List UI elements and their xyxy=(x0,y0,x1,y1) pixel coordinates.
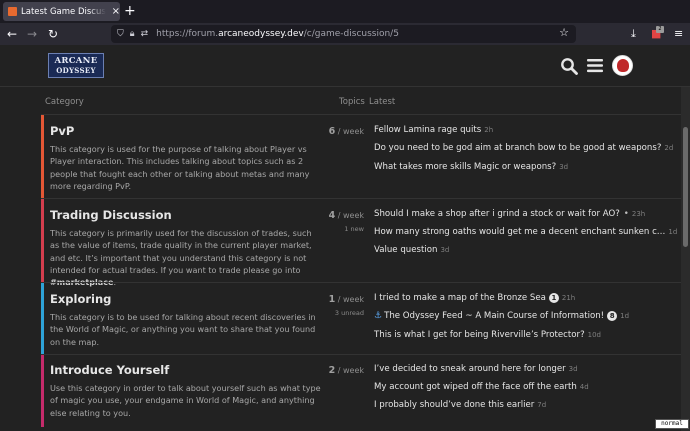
category-color-bar xyxy=(41,283,44,355)
user-avatar[interactable] xyxy=(612,55,633,76)
category-name[interactable]: Introduce Yourself xyxy=(50,363,169,377)
pinned-anchor-icon: ⚓ xyxy=(374,311,383,321)
avatar-image xyxy=(616,59,629,72)
reply-count-badge: 8 xyxy=(607,311,618,321)
app-menu-icon[interactable]: ≡ xyxy=(674,27,683,40)
latest-topic-link[interactable]: Do you need to be god aim at branch bow … xyxy=(374,143,673,153)
permissions-icon[interactable]: ⇄ xyxy=(141,29,149,39)
forward-arrow-icon[interactable]: → xyxy=(27,26,37,42)
new-tab-button[interactable]: + xyxy=(124,3,136,19)
search-icon[interactable] xyxy=(560,57,578,75)
tab-title: Latest Game Discussion t xyxy=(21,6,106,17)
address-bar[interactable]: ⛉ 🔒︎ ⇄ https://forum.arcaneodyssey.dev/c… xyxy=(111,25,576,43)
category-row-trading-discussion: Trading Discussion This category is prim… xyxy=(41,198,681,287)
category-new-count[interactable]: 1 new xyxy=(324,225,364,233)
latest-topic-link[interactable]: Should I make a shop after i grind a sto… xyxy=(374,209,645,219)
latest-topic-link[interactable]: How many strong oaths would get me a dec… xyxy=(374,227,677,237)
category-name[interactable]: PvP xyxy=(50,124,74,138)
scrollbar-thumb[interactable] xyxy=(683,127,688,247)
latest-topic-link[interactable]: ⚓ The Odyssey Feed ~ A Main Course of Inf… xyxy=(374,311,629,321)
hamburger-menu-icon[interactable] xyxy=(587,58,603,73)
new-topic-dot-icon: • xyxy=(623,209,629,219)
latest-topic-link[interactable]: I’ve decided to sneak around here for lo… xyxy=(374,364,578,374)
site-logo[interactable]: ARCANE ODYSSEY xyxy=(48,53,104,78)
category-color-bar xyxy=(41,199,44,283)
category-description: Use this category in order to talk about… xyxy=(50,383,321,418)
category-name[interactable]: Trading Discussion xyxy=(50,208,172,222)
bookmark-star-icon[interactable]: ☆ xyxy=(559,26,569,39)
latest-topic-link[interactable]: What takes more skills Magic or weapons?… xyxy=(374,162,568,172)
page-scrollbar[interactable] xyxy=(681,87,690,431)
column-header-topics[interactable]: Topics xyxy=(339,97,365,107)
forum-page: ARCANE ODYSSEY Category Topics Latest Pv… xyxy=(0,45,690,431)
shield-icon[interactable]: ⛉ xyxy=(117,29,124,39)
reload-icon[interactable]: ↻ xyxy=(48,26,58,42)
category-topic-stat: 4 / week xyxy=(328,210,364,221)
category-row-introduce-yourself: Introduce Yourself Use this category in … xyxy=(41,354,681,427)
browser-navbar: ← → ↻ ⛉ 🔒︎ ⇄ https://forum.arcaneodyssey… xyxy=(0,23,690,45)
category-row-pvp: PvP This category is used for the purpos… xyxy=(41,114,681,199)
category-color-bar xyxy=(41,115,44,199)
category-description: This category is used for the purpose of… xyxy=(50,144,310,191)
latest-topic-link[interactable]: My account got wiped off the face off th… xyxy=(374,382,589,392)
category-topic-stat: 6 / week xyxy=(328,126,364,137)
column-header-latest[interactable]: Latest xyxy=(369,97,395,107)
latest-topic-link[interactable]: I probably should’ve done this earlier 7d xyxy=(374,400,546,410)
category-unread-count[interactable]: 3 unread xyxy=(324,309,364,317)
reply-count-badge: 1 xyxy=(548,293,559,303)
category-topic-stat: 2 / week xyxy=(328,365,364,376)
browser-tabbar: Latest Game Discussion t × + xyxy=(0,0,690,23)
category-row-exploring: Exploring This category is to be used fo… xyxy=(41,282,681,355)
site-header: ARCANE ODYSSEY xyxy=(0,45,690,87)
category-description: This category is primarily used for the … xyxy=(50,228,312,288)
mode-indicator: normal xyxy=(655,419,689,429)
lock-icon[interactable]: 🔒︎ xyxy=(130,29,135,39)
latest-topic-link[interactable]: I tried to make a map of the Bronze Sea 1… xyxy=(374,293,575,303)
back-arrow-icon[interactable]: ← xyxy=(7,26,17,42)
browser-tab-active[interactable]: Latest Game Discussion t × xyxy=(3,2,120,21)
url-text[interactable]: https://forum.arcaneodyssey.dev/c/game-d… xyxy=(156,29,399,39)
category-color-bar xyxy=(41,355,44,427)
category-topic-stat: 1 / week xyxy=(328,294,364,305)
category-name[interactable]: Exploring xyxy=(50,292,111,306)
latest-topic-link[interactable]: This is what I get for being Riverville’… xyxy=(374,330,601,340)
latest-topic-link[interactable]: Value question 3d xyxy=(374,245,449,255)
extension-badge: 2 xyxy=(656,26,664,33)
site-favicon-icon xyxy=(8,7,17,16)
tab-close-icon[interactable]: × xyxy=(112,6,120,17)
category-description: This category is to be used for talking … xyxy=(50,312,316,347)
column-header-category[interactable]: Category xyxy=(45,97,84,107)
downloads-icon[interactable]: ⤓ xyxy=(631,27,636,41)
latest-topic-link[interactable]: Fellow Lamina rage quits 2h xyxy=(374,125,493,135)
